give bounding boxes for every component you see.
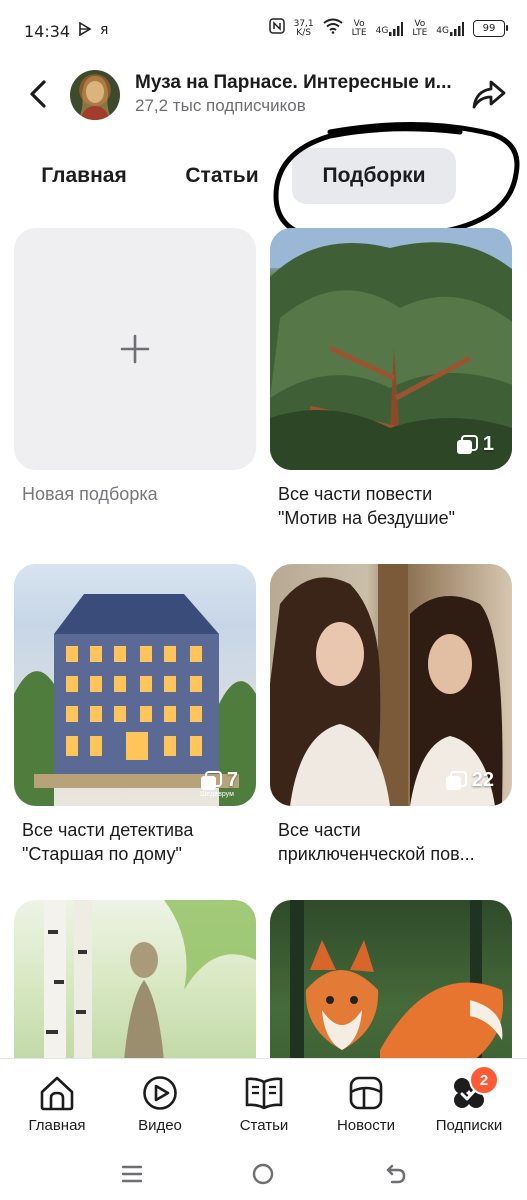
battery-level: 99 [482,23,496,34]
news-icon [346,1073,386,1113]
nav-label: Подписки [435,1117,503,1134]
collection-count-badge: 7 [200,769,238,792]
tab-articles[interactable]: Статьи [170,148,274,204]
collection-count: 7 [226,769,238,791]
nav-news[interactable]: Новости [318,1073,414,1134]
channel-tabs: Главная Статьи Подборки [0,148,527,206]
chevron-left-icon [30,80,46,108]
collection-count-badge: 22 [445,769,494,792]
channel-avatar[interactable] [70,70,120,120]
plus-icon [120,334,150,364]
volte-label-1: Vo LTE [351,18,367,38]
collection-card[interactable]: Шедеврум 7 Все части детектива "Старшая … [14,564,256,866]
nav-home[interactable]: Главная [9,1073,105,1134]
back-system-button[interactable] [380,1158,412,1190]
new-collection-thumbnail[interactable] [14,228,256,470]
collection-card[interactable] [270,900,512,1058]
signal-icon [450,21,464,36]
nfc-icon [268,18,285,39]
status-bar: 14:34 я 37,1 K/S Vo LTE 4G Vo LTE 4G 99 [0,0,527,64]
circle-icon [252,1163,274,1185]
recent-apps-button[interactable] [116,1158,148,1190]
collection-thumbnail[interactable]: Шедеврум 7 [14,564,256,806]
nav-label: Видео [138,1117,182,1134]
yandex-icon: я [100,22,109,38]
collection-card[interactable]: 1 Все части повести "Мотив на бездушие" [270,228,512,530]
play-icon [78,21,92,40]
collection-title: Новая подборка [22,484,158,504]
collection-card[interactable]: 22 Все части приключенческой пов... [270,564,512,866]
stack-icon [445,770,467,790]
network-type-1: 4G [375,25,389,36]
video-icon [140,1073,180,1113]
collection-thumbnail[interactable] [14,900,256,1058]
collection-title: Все части повести "Мотив на бездушие" [278,484,455,528]
menu-icon [121,1165,143,1183]
collection-count: 22 [471,769,494,791]
subscriber-count: 27,2 тыс подписчиков [135,96,306,115]
nav-video[interactable]: Видео [112,1073,208,1134]
nav-label: Главная [28,1117,86,1134]
collection-card[interactable] [14,900,256,1058]
tab-collections[interactable]: Подборки [292,148,456,204]
home-button[interactable] [247,1158,279,1190]
channel-title[interactable]: Муза на Парнасе. Интересные и... [135,72,455,94]
battery-icon: 99 [473,20,508,37]
bottom-navigation: Главная Видео Статьи Новости 2 Подписки [0,1058,527,1149]
share-button[interactable] [471,78,507,112]
new-collection-card[interactable]: Новая подборка [14,228,256,506]
collection-thumbnail[interactable]: 22 [270,564,512,806]
stack-icon [200,770,222,790]
nav-label: Новости [336,1117,396,1134]
system-navigation-bar [0,1148,527,1200]
watermark-text: Шедеврум [200,791,234,798]
collection-thumbnail[interactable] [270,900,512,1058]
network-type-2: 4G [436,25,449,36]
net-speed-unit: K/S [296,27,311,38]
signal-icon [389,21,404,36]
home-icon [37,1073,77,1113]
collection-title: Все части детектива "Старшая по дому" [22,820,194,864]
collection-count: 1 [482,433,494,455]
nav-articles[interactable]: Статьи [216,1073,312,1134]
stack-icon [456,434,478,454]
tab-main[interactable]: Главная [24,148,144,204]
book-icon [244,1073,284,1113]
collections-grid: Новая подборка 1 Все части повести "Моти… [0,228,527,1058]
subscriptions-icon: 2 [449,1065,499,1113]
nav-label: Статьи [239,1117,289,1134]
status-time: 14:34 [24,22,71,41]
wifi-icon [323,18,343,39]
channel-header: Муза на Парнасе. Интересные и... 27,2 ты… [0,64,527,128]
notification-badge: 2 [469,1065,499,1095]
back-arrow-icon [386,1164,406,1184]
collection-thumbnail[interactable]: 1 [270,228,512,470]
back-button[interactable] [22,78,54,110]
collection-title: Все части приключенческой пов... [278,820,475,864]
collection-count-badge: 1 [456,433,494,456]
volte-label-2: Vo LTE [412,18,428,38]
share-icon [472,80,506,109]
nav-subscriptions[interactable]: 2 Подписки [421,1065,517,1134]
